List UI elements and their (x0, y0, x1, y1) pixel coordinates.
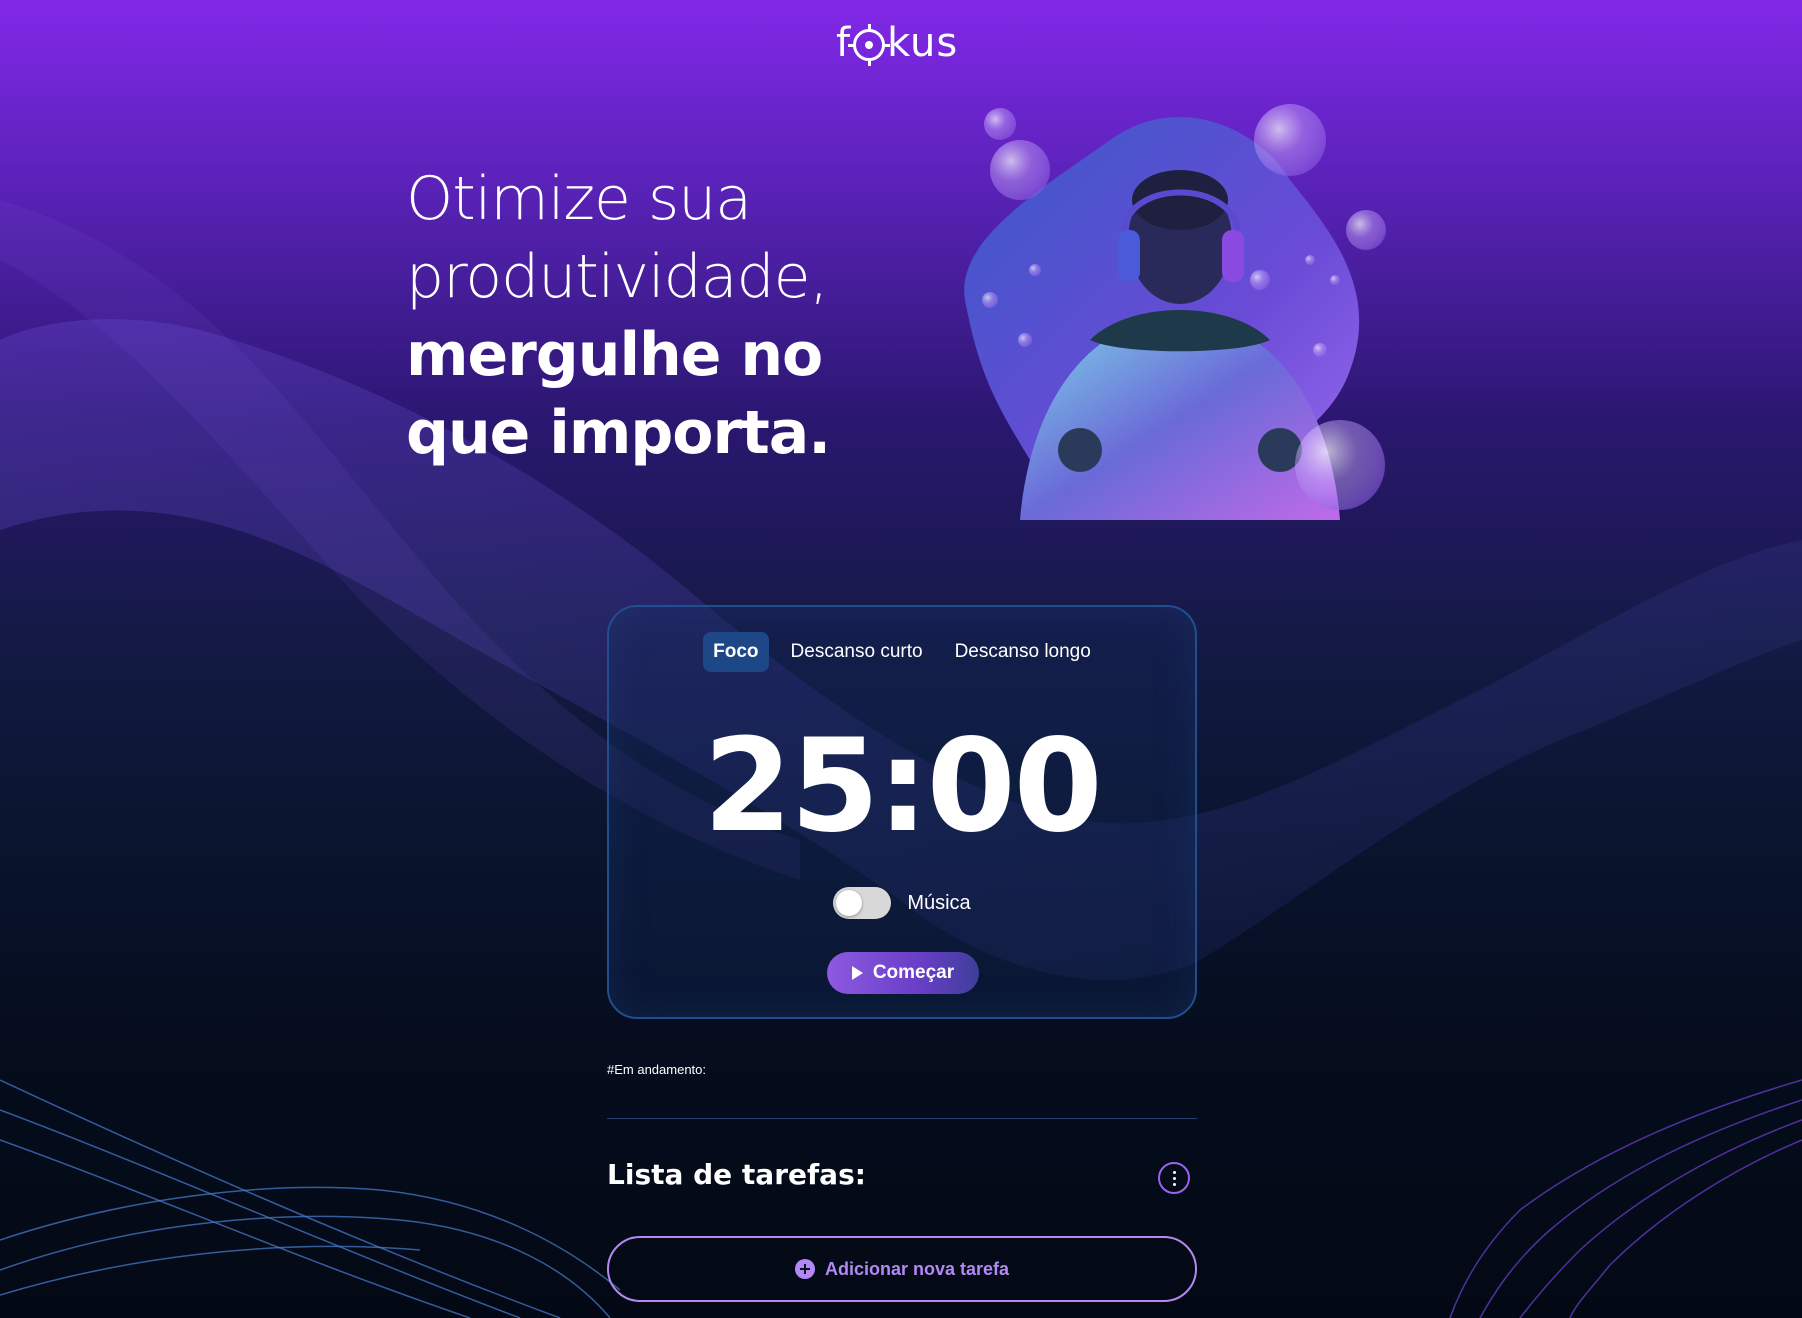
mode-tabs: Foco Descanso curto Descanso longo (609, 632, 1195, 672)
add-task-label: Adicionar nova tarefa (824, 1258, 1010, 1279)
add-task-button[interactable]: Adicionar nova tarefa (607, 1236, 1197, 1302)
logo-text-end: kus (887, 20, 959, 66)
hero-line-4: que importa. (406, 398, 831, 468)
music-toggle[interactable] (833, 887, 892, 919)
start-button[interactable]: Começar (827, 952, 979, 994)
hero-line-2: produtividade, (406, 242, 829, 312)
play-icon (851, 966, 863, 980)
in-progress-label: #Em andamento: (607, 1062, 707, 1077)
task-list-title: Lista de tarefas: (607, 1158, 866, 1191)
hero-line-1: Otimize sua (406, 164, 752, 234)
more-vertical-icon[interactable] (1158, 1162, 1190, 1194)
tab-descanso-curto[interactable]: Descanso curto (781, 632, 933, 672)
timer-card: Foco Descanso curto Descanso longo 25:00… (607, 605, 1197, 1019)
tab-foco[interactable]: Foco (703, 632, 769, 672)
music-label: Música (907, 891, 971, 914)
fokus-logo[interactable]: f kus (836, 18, 958, 68)
start-button-label: Começar (872, 962, 955, 983)
timer-display: 25:00 (703, 712, 1102, 861)
music-toggle-row: Música (609, 887, 1195, 919)
section-divider (607, 1118, 1197, 1119)
plus-circle-icon (794, 1259, 815, 1279)
tab-descanso-longo[interactable]: Descanso longo (945, 632, 1101, 672)
toggle-knob (836, 890, 863, 916)
hero-line-3: mergulhe no (406, 320, 823, 390)
target-icon (848, 24, 891, 66)
hero-heading: Otimize sua produtividade, mergulhe no q… (406, 160, 926, 472)
hero-illustration (964, 104, 1386, 520)
